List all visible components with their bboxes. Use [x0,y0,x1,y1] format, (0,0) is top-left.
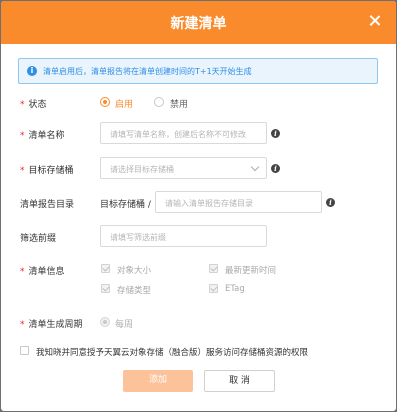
name-input[interactable]: 请填写清单名称，创建后名称不可修改 [100,122,267,144]
name-info-icon[interactable]: i [271,129,280,138]
period-weekly-label: 每周 [115,320,134,330]
create-inventory-dialog: 新建清单 i 清单启用后，清单报告将在清单创建时间的T+1天开始生成 * 状态 启… [1,1,396,411]
inventory-info-label: * 清单信息 [20,267,65,277]
target-bucket-select[interactable]: 请选择目标存储桶 [100,157,267,179]
storage-class-label: 存储类型 [117,286,152,296]
notice-banner: i 清单启用后，清单报告将在清单创建时间的T+1天开始生成 [18,58,378,84]
agreement-checkbox[interactable] [20,346,29,355]
status-label: * 状态 [20,100,47,110]
add-button[interactable]: 添加 [123,370,193,392]
target-bucket-info-icon[interactable]: i [271,164,280,173]
filter-prefix-input[interactable]: 请填写筛选前缀 [100,225,267,247]
report-dir-input[interactable]: 请输入清单报告存储目录 [155,191,322,213]
cancel-button[interactable]: 取 消 [204,370,275,392]
report-dir-prefix: 目标存储桶 / [100,200,151,210]
notice-text: 清单启用后，清单报告将在清单创建时间的T+1天开始生成 [43,67,252,76]
target-bucket-label: * 目标存储桶 [20,166,74,176]
status-disabled-radio[interactable] [154,97,164,107]
object-size-checkbox[interactable] [101,264,110,273]
period-label: * 清单生成周期 [20,320,83,330]
dialog-header: 新建清单 [1,1,396,44]
period-weekly-radio[interactable] [100,317,110,327]
status-enabled-label[interactable]: 启用 [115,97,133,110]
target-bucket-placeholder: 请选择目标存储桶 [110,165,174,174]
object-size-label: 对象大小 [117,266,152,276]
last-modified-label: 最新更新时间 [225,266,277,276]
chevron-down-icon [250,162,260,172]
name-label: * 清单名称 [20,131,65,141]
status-disabled-label[interactable]: 禁用 [170,97,188,110]
etag-checkbox[interactable] [209,284,218,293]
dialog-title: 新建清单 [170,16,227,32]
close-icon[interactable] [368,14,382,28]
agreement-text: 我知晓并同意授予天翼云对象存储（融合版）服务访问存储桶资源的权限 [36,348,309,358]
status-enabled-radio[interactable] [100,97,110,107]
last-modified-checkbox[interactable] [209,264,218,273]
storage-class-checkbox[interactable] [101,284,110,293]
report-dir-label: 清单报告目录 [20,200,75,210]
filter-prefix-label: 筛选前缀 [20,234,57,244]
report-dir-info-icon[interactable]: i [326,198,335,207]
etag-label: ETag [225,284,245,294]
info-icon: i [27,66,37,76]
